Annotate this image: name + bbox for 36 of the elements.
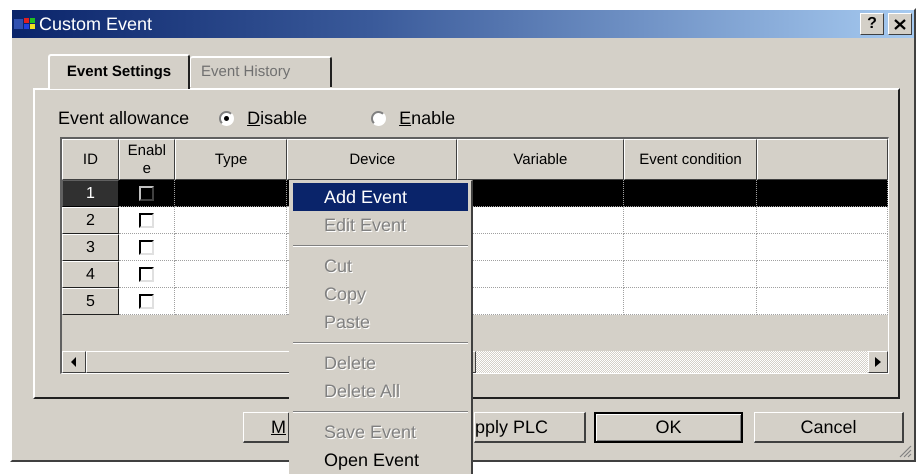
row-header[interactable]: 4 [62,261,119,288]
close-icon [894,18,906,30]
row-header[interactable]: 3 [62,234,119,261]
dialog-button[interactable]: Cancel [754,412,904,443]
checkbox[interactable] [138,240,154,254]
help-button[interactable]: ? [860,13,884,35]
column-header: Variable [457,139,624,180]
tab[interactable]: Event Settings [48,54,190,89]
checkbox[interactable] [138,212,154,228]
allowance-label: Event allowance [58,106,190,130]
dialog-button[interactable]: pply PLC [474,412,586,443]
close-button[interactable] [888,13,912,35]
row-header[interactable]: 1 [62,180,119,207]
menu-item[interactable]: Add Event [293,183,468,211]
dialog-button[interactable]: OK [594,412,743,443]
radio-button[interactable] [219,110,234,126]
checkbox[interactable] [138,294,154,308]
window-title: Custom Event [39,12,152,36]
radio-button[interactable] [371,110,386,126]
row-header[interactable]: 2 [62,207,119,234]
scroll-right-button[interactable] [868,351,888,373]
row-header[interactable]: 5 [62,288,119,315]
left-arrow-icon [71,357,77,367]
column-header: ID [62,139,119,180]
menu-item[interactable]: Open Event [293,446,468,474]
checkbox[interactable] [138,266,154,282]
right-arrow-icon [875,357,881,367]
scroll-left-button[interactable] [62,351,86,373]
column-header: Type [174,139,288,180]
column-header: Device [287,139,458,180]
resize-grip-icon[interactable] [898,444,912,458]
radio-label: Disable [247,106,308,130]
app-icon [14,16,36,32]
column-header: Enable [118,139,175,180]
radio-label: Enable [399,106,456,130]
column-header: Event condition [624,139,758,180]
